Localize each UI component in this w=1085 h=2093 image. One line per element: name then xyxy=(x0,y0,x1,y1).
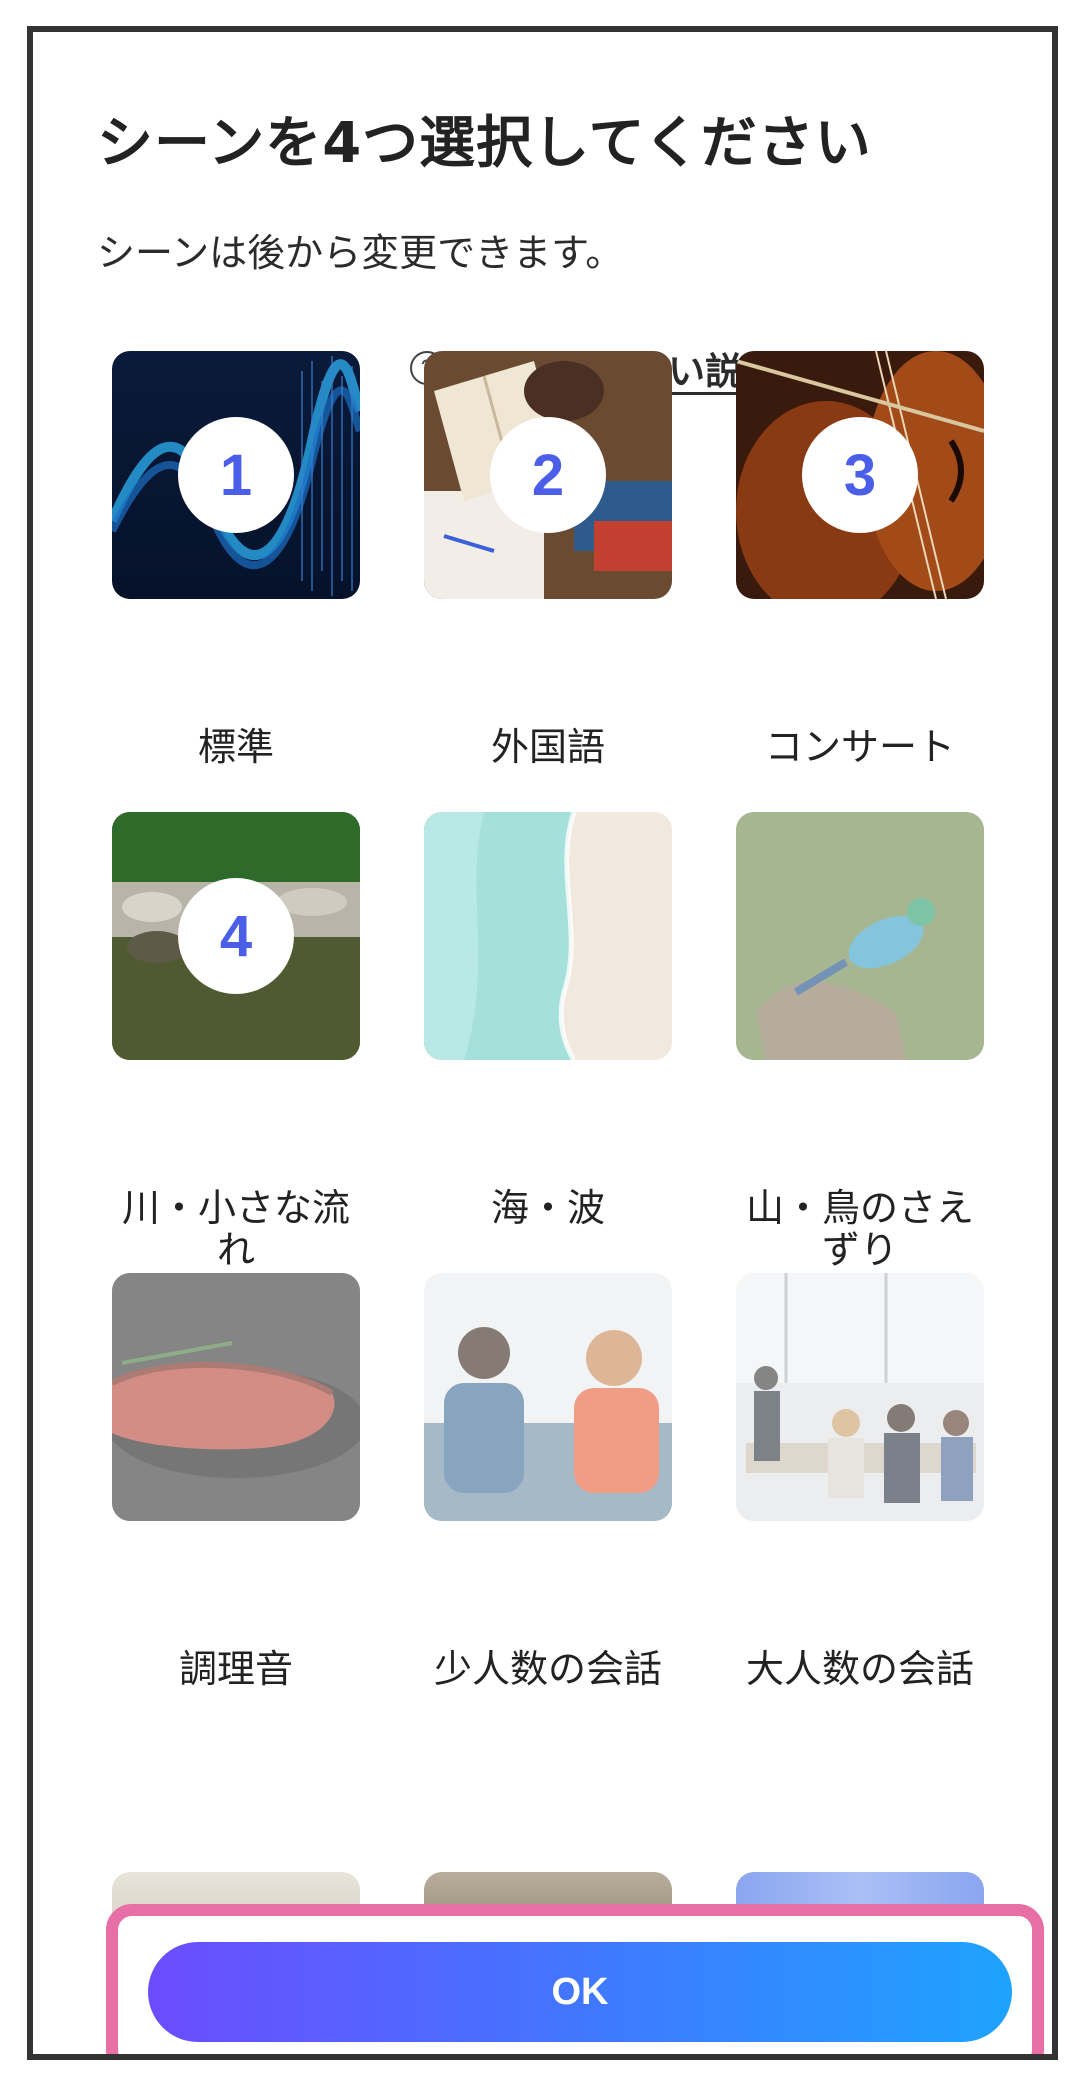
page-subtitle: シーンは後から変更できます。 xyxy=(97,231,624,275)
scene-label-small-group: 少人数の会話 xyxy=(433,1647,662,1691)
scene-label-foreign-language: 外国語 xyxy=(490,725,605,769)
scene-tile-standard[interactable]: 1 xyxy=(112,351,360,599)
scene-label-mountain-birds: 山・鳥のさえずり xyxy=(745,1186,974,1272)
scene-label-cooking: 調理音 xyxy=(178,1647,293,1691)
scene-label-river: 川・小さな流れ xyxy=(121,1186,350,1272)
ok-button[interactable]: OK xyxy=(148,1942,1012,2042)
meeting-image xyxy=(736,1273,984,1521)
scene-label-large-group: 大人数の会話 xyxy=(745,1647,974,1691)
scene-label-ocean: 海・波 xyxy=(490,1186,605,1230)
bird-image xyxy=(736,812,984,1060)
scene-tile-cooking[interactable] xyxy=(112,1273,360,1521)
scene-tile-concert[interactable]: 3 xyxy=(736,351,984,599)
selection-badge: 4 xyxy=(178,878,294,994)
selection-badge: 2 xyxy=(490,417,606,533)
scene-tile-foreign-language[interactable]: 2 xyxy=(424,351,672,599)
scene-tile-small-group[interactable] xyxy=(424,1273,672,1521)
dialog-frame: シーンを4つ選択してください シーンは後から変更できます。 ? シーンの詳しい説… xyxy=(27,26,1058,2060)
selection-badge: 1 xyxy=(178,417,294,533)
scene-tile-mountain-birds[interactable] xyxy=(736,812,984,1060)
scene-label-concert: コンサート xyxy=(764,725,955,769)
steak-image xyxy=(112,1273,360,1521)
selection-badge: 3 xyxy=(802,417,918,533)
page-title: シーンを4つ選択してください xyxy=(97,111,872,176)
scene-tile-river[interactable]: 4 xyxy=(112,812,360,1060)
scene-tile-ocean[interactable] xyxy=(424,812,672,1060)
ok-button-highlight: OK xyxy=(106,1904,1044,2054)
scene-tile-large-group[interactable] xyxy=(736,1273,984,1521)
small-conversation-image xyxy=(424,1273,672,1521)
ocean-waves-image xyxy=(424,812,672,1060)
scene-label-standard: 標準 xyxy=(197,725,274,769)
